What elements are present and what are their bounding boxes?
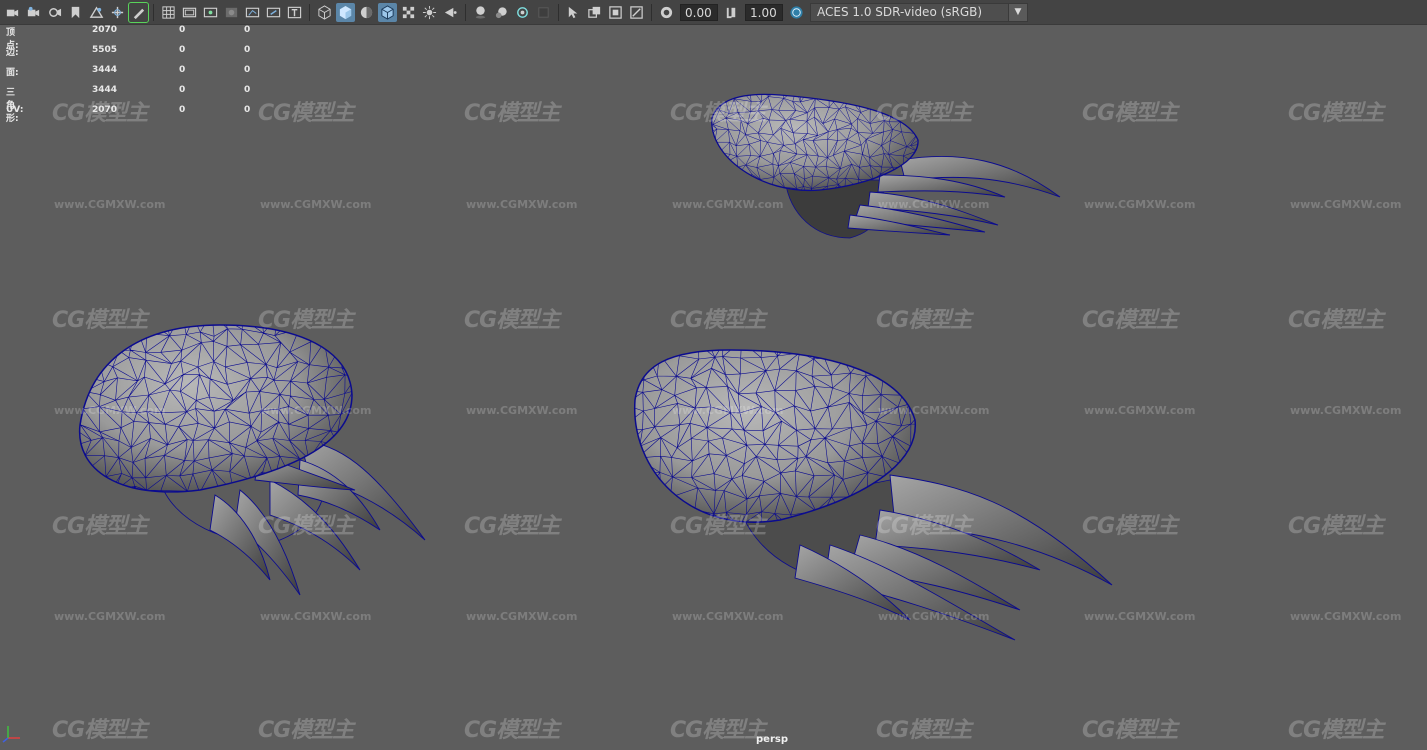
toolbar-separator xyxy=(153,3,154,21)
creature-model-side xyxy=(634,349,1113,641)
hud-label: 面: xyxy=(6,68,19,78)
xray-joints-icon[interactable] xyxy=(606,3,625,22)
colorspace-select[interactable]: ACES 1.0 SDR-video (sRGB) ▼ xyxy=(810,2,1028,22)
creature-model-top xyxy=(711,93,1061,239)
resolution-gate-icon[interactable] xyxy=(201,3,220,22)
2d-pan-zoom-icon[interactable] xyxy=(108,3,127,22)
safe-action-icon[interactable] xyxy=(264,3,283,22)
hud-value: 3444 xyxy=(92,85,118,95)
toolbar-separator xyxy=(465,3,466,21)
grid-icon[interactable] xyxy=(159,3,178,22)
viewport-toolbar: 0.00 1.00 ACES 1.0 SDR-video (sRGB) ▼ xyxy=(0,0,1427,25)
hud-value: 0 xyxy=(179,65,186,75)
color-management-icon[interactable] xyxy=(787,3,806,22)
creature-model-front xyxy=(78,324,426,596)
shadows-icon[interactable] xyxy=(471,3,490,22)
isolate-select-icon[interactable] xyxy=(564,3,583,22)
toolbar-separator xyxy=(651,3,652,21)
motion-blur-icon[interactable] xyxy=(513,3,532,22)
default-lighting-icon[interactable] xyxy=(357,3,376,22)
hud-value: 0 xyxy=(179,105,186,115)
camera-select-icon[interactable] xyxy=(3,3,22,22)
gate-mask-icon[interactable] xyxy=(222,3,241,22)
grease-pencil-icon[interactable] xyxy=(128,1,149,23)
hud-value: 0 xyxy=(244,25,251,35)
toolbar-separator xyxy=(309,3,310,21)
colorspace-select-value: ACES 1.0 SDR-video (sRGB) xyxy=(817,4,983,19)
camera-lock-icon[interactable] xyxy=(45,3,64,22)
anti-aliasing-icon[interactable] xyxy=(534,3,553,22)
use-all-lights-icon[interactable] xyxy=(420,3,439,22)
exposure-icon[interactable] xyxy=(657,3,676,22)
hud-value: 3444 xyxy=(92,65,118,75)
film-gate-icon[interactable] xyxy=(180,3,199,22)
screen-space-ao-icon[interactable] xyxy=(492,3,511,22)
hud-label: 边: xyxy=(6,48,19,58)
exposure-field[interactable]: 0.00 xyxy=(680,3,718,21)
smooth-shade-icon[interactable] xyxy=(336,2,355,22)
xray-components-icon[interactable] xyxy=(627,3,646,22)
wireframe-icon[interactable] xyxy=(315,3,334,22)
camera-name-label: persp xyxy=(756,734,788,745)
hud-value: 0 xyxy=(244,105,251,115)
hud-value: 0 xyxy=(244,45,251,55)
field-chart-icon[interactable] xyxy=(243,3,262,22)
hud-value: 0 xyxy=(179,45,186,55)
textured-icon[interactable] xyxy=(399,3,418,22)
gamma-field[interactable]: 1.00 xyxy=(745,3,783,21)
image-plane-icon[interactable] xyxy=(87,3,106,22)
hud-value: 2070 xyxy=(92,105,118,115)
hud-value: 0 xyxy=(179,25,186,35)
gamma-icon[interactable] xyxy=(722,3,741,22)
light-icon[interactable] xyxy=(441,3,460,22)
chevron-down-icon[interactable]: ▼ xyxy=(1008,3,1027,21)
camera-attributes-icon[interactable] xyxy=(24,3,43,22)
wireframe-on-shaded-icon[interactable] xyxy=(378,2,397,22)
perspective-viewport[interactable] xyxy=(0,26,1427,750)
toolbar-separator xyxy=(558,3,559,21)
model-render xyxy=(78,93,1113,641)
hud-value: 0 xyxy=(244,85,251,95)
hud-value: 0 xyxy=(179,85,186,95)
hud-value: 0 xyxy=(244,65,251,75)
hud-value: 5505 xyxy=(92,45,118,55)
hud-label: UV: xyxy=(6,105,24,115)
xray-icon[interactable] xyxy=(585,3,604,22)
safe-title-icon[interactable] xyxy=(285,3,304,22)
bookmark-icon[interactable] xyxy=(66,3,85,22)
hud-value: 2070 xyxy=(92,25,118,35)
axis-gizmo-icon xyxy=(2,726,20,743)
